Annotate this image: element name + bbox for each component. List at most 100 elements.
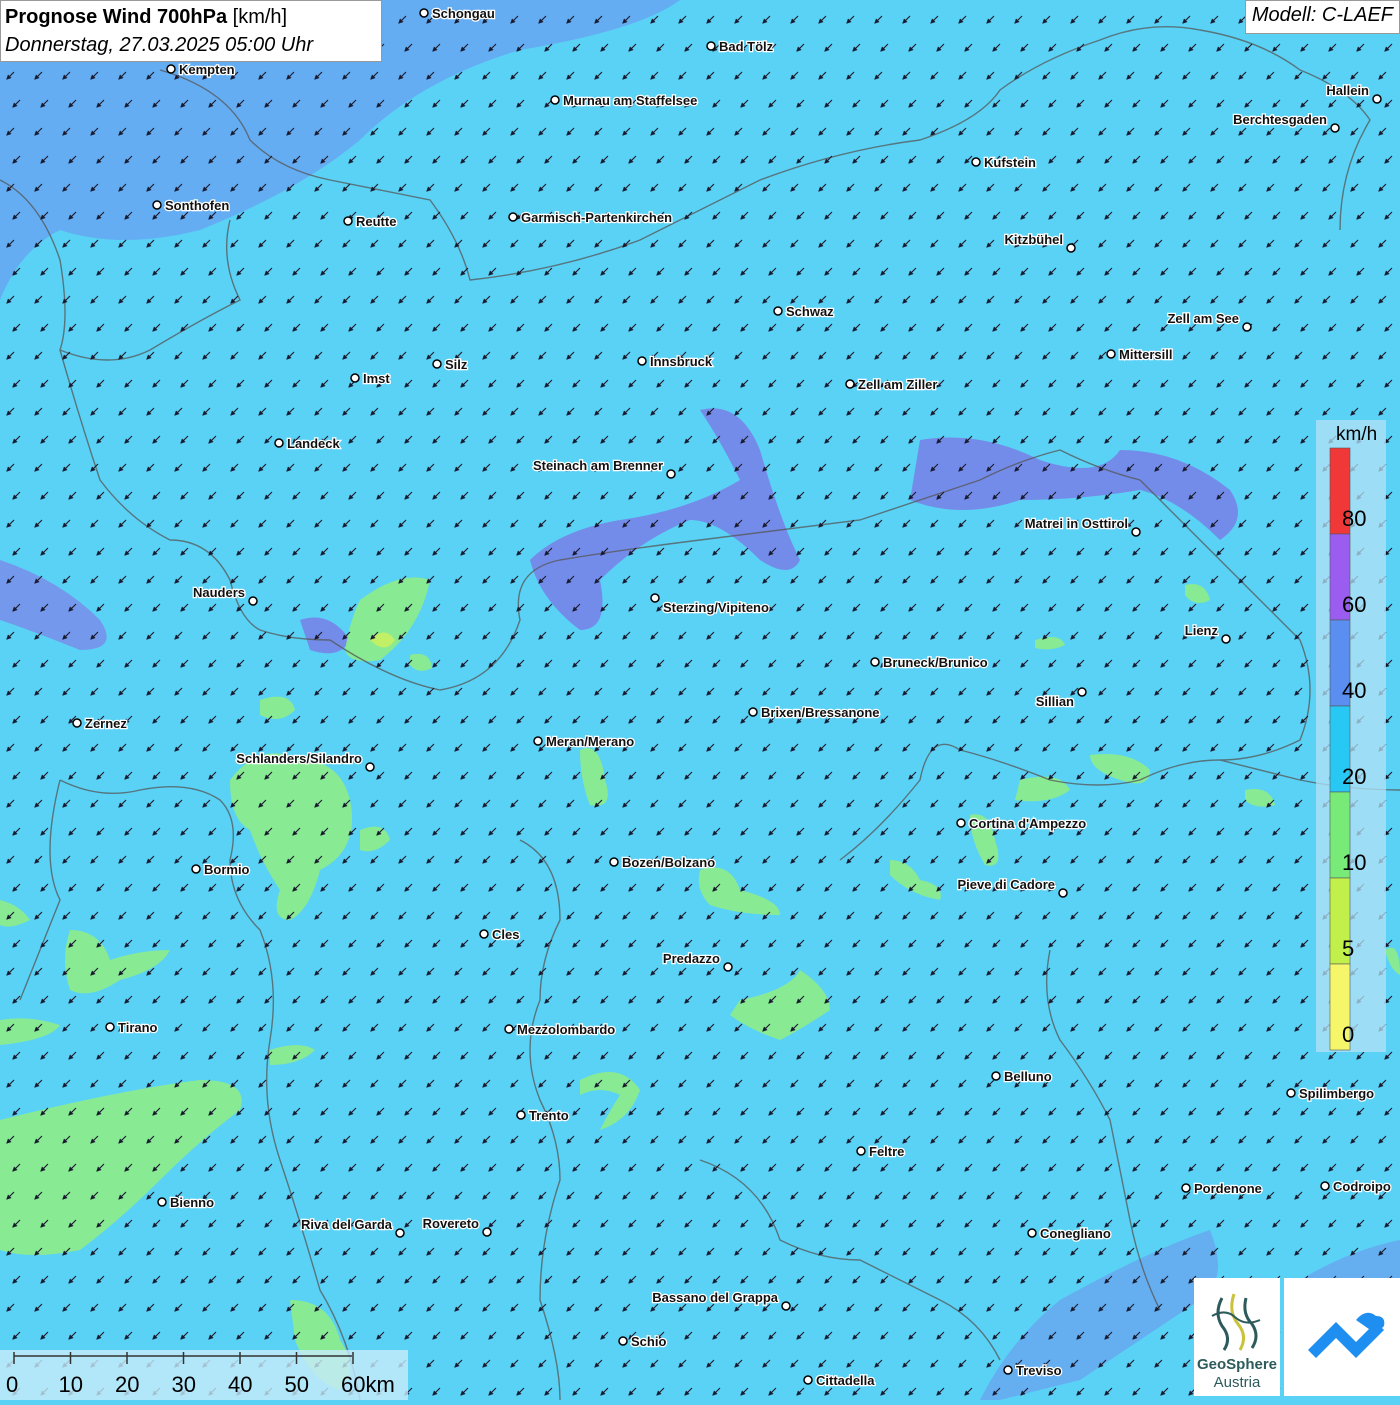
city-label: Innsbruck: [650, 354, 713, 369]
city-label: Sterzing/Vipiteno: [663, 600, 769, 615]
city-24: Bruneck/Brunico: [870, 654, 989, 671]
city-label: Kufstein: [984, 155, 1036, 170]
city-marker-icon: [637, 356, 647, 366]
legend-scale: 80 60 40 20 10 5 0: [1329, 447, 1366, 1051]
city-label: Garmisch-Partenkirchen: [521, 210, 672, 225]
city-label: Mittersill: [1119, 347, 1172, 362]
city-marker-icon: [1058, 888, 1068, 898]
map-title-main: Prognose Wind 700hPa: [5, 6, 228, 28]
city-9: Garmisch-Partenkirchen: [508, 209, 673, 226]
city-label: Bad Tölz: [719, 39, 774, 54]
city-marker-icon: [1131, 527, 1141, 537]
city-label: Sillian: [1036, 694, 1074, 709]
city-label: Brixen/Bressanone: [761, 705, 880, 720]
city-marker-icon: [856, 1146, 866, 1156]
city-label: Berchtesgaden: [1233, 112, 1327, 127]
map-title-unit: [km/h]: [232, 6, 288, 28]
geosphere-name: GeoSphere: [1196, 1356, 1278, 1373]
forecast-datetime: Donnerstag, 27.03.2025 05:00 Uhr: [5, 34, 313, 56]
city-label: Treviso: [1016, 1363, 1062, 1378]
legend-label: 5: [1342, 936, 1354, 961]
city-marker-icon: [395, 1228, 405, 1238]
city-label: Belluno: [1004, 1069, 1052, 1084]
city-label: Codroipo: [1333, 1179, 1391, 1194]
city-label: Silz: [445, 357, 468, 372]
city-marker-icon: [956, 818, 966, 828]
city-marker-icon: [773, 306, 783, 316]
city-label: Schongau: [432, 6, 495, 21]
city-label: Trento: [529, 1108, 569, 1123]
city-label: Kempten: [179, 62, 235, 77]
city-0: Schongau: [419, 5, 496, 22]
city-7: Sonthofen: [152, 197, 231, 214]
city-label: Zell am Ziller: [858, 377, 937, 392]
city-label: Schio: [631, 1334, 666, 1349]
scale-tick-label: 0: [6, 1372, 18, 1397]
city-label: Bassano del Grappa: [652, 1290, 778, 1305]
legend-label: 0: [1342, 1022, 1354, 1047]
city-marker-icon: [72, 718, 82, 728]
wind-map: Schongau Bad Tölz Kempten Murnau am Staffel…: [0, 0, 1400, 1400]
city-label: Lienz: [1185, 623, 1219, 638]
scale-tick-label: 50: [285, 1372, 309, 1397]
city-label: Bormio: [204, 862, 250, 877]
city-marker-icon: [533, 736, 543, 746]
city-label: Nauders: [193, 585, 245, 600]
city-marker-icon: [365, 762, 375, 772]
city-label: Kitzbühel: [1005, 232, 1064, 247]
city-marker-icon: [479, 929, 489, 939]
city-31: Bozen/Bolzano: [609, 854, 716, 871]
city-marker-icon: [432, 359, 442, 369]
city-label: Cles: [492, 927, 519, 942]
city-42: Pordenone: [1181, 1180, 1263, 1197]
city-marker-icon: [748, 707, 758, 717]
city-marker-icon: [618, 1336, 628, 1346]
geosphere-logo: GeoSphere Austria: [1194, 1278, 1280, 1396]
city-marker-icon: [508, 212, 518, 222]
color-legend: km/h 80 60 40 20 10 5 0: [1316, 420, 1386, 1052]
city-label: Steinach am Brenner: [533, 458, 663, 473]
city-label: Schwaz: [786, 304, 834, 319]
city-label: Tirano: [118, 1020, 158, 1035]
city-marker-icon: [191, 864, 201, 874]
legend-label: 10: [1342, 850, 1366, 875]
city-marker-icon: [166, 64, 176, 74]
city-label: Schlanders/Silandro: [236, 751, 362, 766]
city-marker-icon: [504, 1024, 514, 1034]
city-label: Matrei in Osttirol: [1025, 516, 1128, 531]
city-marker-icon: [1286, 1088, 1296, 1098]
scale-tick-label: 40: [228, 1372, 252, 1397]
city-label: Bienno: [170, 1195, 214, 1210]
city-marker-icon: [1027, 1228, 1037, 1238]
city-marker-icon: [1181, 1183, 1191, 1193]
city-17: Zell am Ziller: [845, 376, 939, 393]
city-marker-icon: [419, 8, 429, 18]
model-label: Modell: C-LAEF: [1244, 0, 1400, 34]
city-marker-icon: [105, 1022, 115, 1032]
city-label: Feltre: [869, 1144, 904, 1159]
city-marker-icon: [666, 469, 676, 479]
scale-tick-label: 30: [172, 1372, 196, 1397]
city-28: Meran/Merano: [533, 733, 635, 750]
city-label: Zernez: [85, 716, 127, 731]
city-label: Mezzolombardo: [517, 1022, 615, 1037]
map-title: Prognose Wind 700hPa [km/h]: [5, 3, 377, 31]
legend-label: 40: [1342, 678, 1366, 703]
city-label: Meran/Merano: [546, 734, 634, 749]
city-marker-icon: [991, 1071, 1001, 1081]
city-label: Pordenone: [1194, 1181, 1262, 1196]
city-marker-icon: [152, 200, 162, 210]
city-marker-icon: [1242, 322, 1252, 332]
legend-label: 80: [1342, 506, 1366, 531]
city-marker-icon: [274, 438, 284, 448]
city-marker-icon: [706, 41, 716, 51]
city-marker-icon: [516, 1110, 526, 1120]
geosphere-sub: Austria: [1213, 1374, 1261, 1391]
city-label: Pieve di Cadore: [957, 877, 1055, 892]
scalebar-graphic: 0 10 20 30 40 50 60km: [6, 1352, 395, 1397]
city-37: Mezzolombardo: [504, 1021, 617, 1038]
city-marker-icon: [1372, 94, 1382, 104]
city-marker-icon: [1077, 687, 1087, 697]
city-marker-icon: [350, 373, 360, 383]
city-marker-icon: [157, 1197, 167, 1207]
